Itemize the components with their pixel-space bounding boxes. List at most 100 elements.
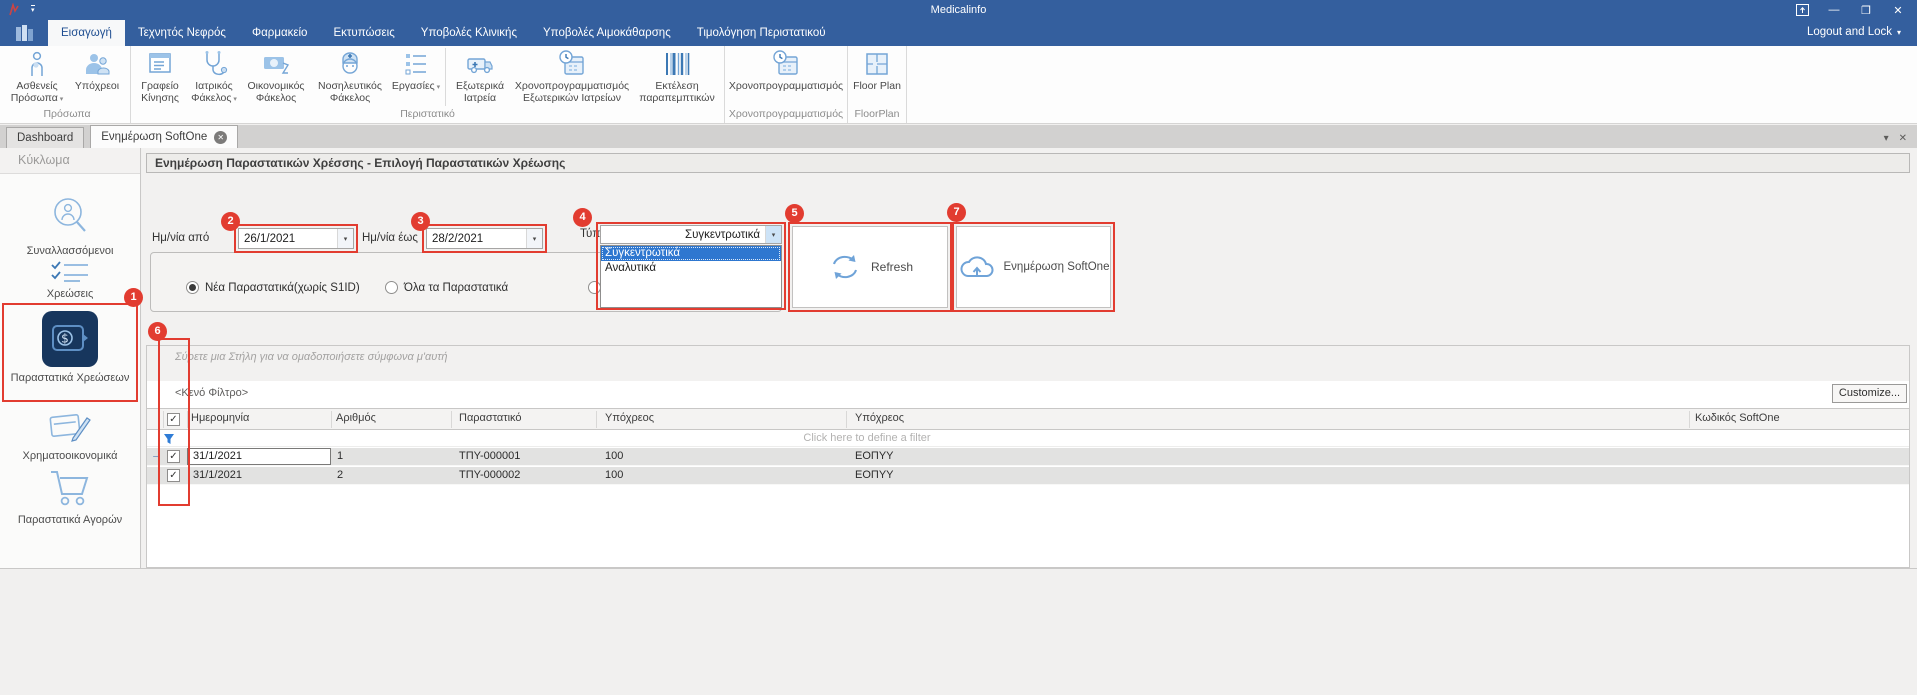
- customize-button[interactable]: Customize...: [1832, 384, 1907, 403]
- svg-text:$: $: [61, 332, 69, 346]
- date-from-label: Ημ/νία από: [152, 232, 210, 244]
- column-header-ypoxreos-2[interactable]: Υπόχρεος: [855, 412, 904, 424]
- tab-enimerosi-softone[interactable]: Ενημέρωση SoftOne ✕: [90, 125, 239, 148]
- row-1-cell-number[interactable]: 1: [337, 450, 343, 462]
- ribbon-tab-ypovoles-aimokatharsis[interactable]: Υποβολές Αιμοκάθαρσης: [530, 20, 684, 46]
- group-panel-hint: Σύρετε μια Στήλη για να ομαδοποιήσετε σύ…: [175, 351, 448, 363]
- motion-office-button[interactable]: Γραφείο Κίνησης: [135, 47, 185, 104]
- type-dropdown-icon[interactable]: ▾: [765, 226, 781, 243]
- filter-display[interactable]: <Κενό Φίλτρο>: [175, 387, 248, 399]
- document-tab-bar: Dashboard Ενημέρωση SoftOne ✕ ▾ ✕: [0, 125, 1917, 148]
- shopping-cart-icon: [51, 471, 89, 506]
- tab-dashboard[interactable]: Dashboard: [6, 127, 85, 148]
- tab-close-icon[interactable]: ✕: [214, 130, 228, 144]
- ribbon-group-label-scheduling: Χρονοπρογραμματισμός: [728, 108, 844, 120]
- row-2-checkbox[interactable]: ✓: [167, 469, 180, 482]
- select-all-checkbox[interactable]: ✓: [167, 413, 180, 426]
- ribbon-group-peristatiko: Γραφείο Κίνησης Ιατρικός Φάκελος Οικονομ…: [131, 46, 725, 123]
- grid-filter-row[interactable]: Click here to define a filter: [147, 431, 1909, 447]
- column-header-ypoxreos-1[interactable]: Υπόχρεος: [605, 412, 654, 424]
- cloud-upload-icon: [960, 256, 993, 277]
- ribbon-tab-ypovoles-klinikis[interactable]: Υποβολές Κλινικής: [408, 20, 530, 46]
- ribbon-tab-timologisi-peristatikou[interactable]: Τιμολόγηση Περιστατικού: [684, 20, 839, 46]
- panel-title: Ενημέρωση Παραστατικών Χρέσσης - Επιλογή…: [146, 153, 1910, 173]
- checklist-icon: [405, 54, 426, 75]
- radio-circle-icon: [385, 281, 398, 294]
- row-2-cell-number[interactable]: 2: [337, 469, 343, 481]
- outpatient-clinics-button[interactable]: Εξωτερικά Ιατρεία: [450, 47, 510, 104]
- money-icon: [264, 57, 290, 74]
- scheduling-button[interactable]: Χρονοπρογραμματισμός: [729, 47, 843, 92]
- sidebar-item-xreoseis[interactable]: Χρεώσεις: [0, 260, 140, 300]
- ribbon-group-prosopa: Ασθενείς Πρόσωπα Υπόχρεοι Πρόσωπα: [4, 46, 131, 123]
- referral-execution-button[interactable]: Εκτέλεση παραπεμπτικών: [634, 47, 720, 104]
- sidebar-item-xrimatooikonomika[interactable]: Χρηματοοικονομικά: [0, 406, 140, 462]
- column-header-imerominia[interactable]: Ημερομηνία: [191, 412, 249, 424]
- date-to-combo[interactable]: 28/2/2021 ▾: [426, 228, 543, 249]
- ribbon-display-options-icon[interactable]: [1793, 2, 1811, 18]
- ribbon-group-label-peristatiko: Περιστατικό: [400, 108, 455, 120]
- type-dropdown-list: Συγκεντρωτικά Αναλυτικά: [600, 245, 782, 308]
- nursing-file-button[interactable]: Νοσηλευτικός Φάκελος: [311, 47, 389, 104]
- medical-file-button[interactable]: Ιατρικός Φάκελος: [187, 47, 241, 106]
- outpatient-scheduling-button[interactable]: Χρονοπρογραμματισμός Εξωτερικών Ιατρείων: [512, 47, 632, 104]
- card-pen-icon: [49, 413, 91, 442]
- update-softone-button[interactable]: Ενημέρωση SoftOne: [956, 226, 1111, 308]
- table-row-1[interactable]: → ✓ 31/1/2021 1 ΤΠΥ-000001 100 ΕΟΠΥΥ: [147, 448, 1909, 466]
- refresh-button[interactable]: Refresh: [792, 226, 948, 308]
- ribbon-group-label-prosopa: Πρόσωπα: [43, 108, 91, 120]
- ribbon-tab-farmakeio[interactable]: Φαρμακείο: [239, 20, 320, 46]
- row-2-cell-document[interactable]: ΤΠΥ-000002: [459, 469, 520, 481]
- row-1-cell-date[interactable]: 31/1/2021: [187, 448, 331, 465]
- date-from-combo[interactable]: 26/1/2021 ▾: [238, 228, 354, 249]
- ribbon-group-label-floorplan: FloorPlan: [854, 108, 900, 120]
- minimize-button[interactable]: —: [1825, 2, 1843, 18]
- people-icon: [86, 54, 110, 75]
- row-1-checkbox[interactable]: ✓: [167, 450, 180, 463]
- sidebar-title: Κύκλωμα: [0, 148, 140, 174]
- table-row-2[interactable]: ✓ 31/1/2021 2 ΤΠΥ-000002 100 ΕΟΠΥΥ: [147, 467, 1909, 485]
- close-button[interactable]: ✕: [1889, 2, 1907, 18]
- column-header-parastatiko[interactable]: Παραστατικό: [459, 412, 522, 424]
- type-combo[interactable]: Συγκεντρωτικά ▾: [600, 225, 782, 244]
- maximize-restore-button[interactable]: ❐: [1857, 2, 1875, 18]
- financial-file-button[interactable]: Οικονομικός Φάκελος: [243, 47, 309, 104]
- ribbon-tab-eisagogi[interactable]: Εισαγωγή: [48, 20, 125, 46]
- ribbon-group-floorplan: Floor Plan FloorPlan: [848, 46, 907, 123]
- column-header-arithmos[interactable]: Αριθμός: [336, 412, 376, 424]
- date-to-label: Ημ/νία έως: [362, 232, 418, 244]
- floor-plan-button[interactable]: Floor Plan: [852, 47, 902, 92]
- date-to-dropdown-icon[interactable]: ▾: [526, 229, 542, 248]
- radio-all-documents[interactable]: Όλα τα Παραστατικά: [385, 281, 508, 294]
- sidebar-item-synallassomenoi[interactable]: Συναλλασσόμενοι: [0, 193, 140, 257]
- radio-circle-icon: [186, 281, 199, 294]
- tab-scroll-caret-icon[interactable]: ▾: [1884, 133, 1889, 144]
- ribbon-group-scheduling: Χρονοπρογραμματισμός Χρονοπρογραμματισμό…: [725, 46, 848, 123]
- window-list-icon: [149, 53, 171, 73]
- row-1-cell-obligor-code[interactable]: 100: [605, 450, 623, 462]
- grid-header-row: ✓ Ημερομηνία Αριθμός Παραστατικό Υπόχρεο…: [147, 408, 1909, 430]
- column-header-kodikos-softone[interactable]: Κωδικός SoftOne: [1695, 412, 1780, 424]
- row-2-cell-date[interactable]: 31/1/2021: [193, 469, 242, 481]
- type-option-sygkentrotika[interactable]: Συγκεντρωτικά: [601, 246, 781, 261]
- sidebar-item-parastatika-xreoseon[interactable]: $ Παραστατικά Χρεώσεων: [0, 310, 140, 384]
- obligors-button[interactable]: Υπόχρεοι: [68, 47, 126, 92]
- ribbon-tab-texnitos-nefros[interactable]: Τεχνητός Νεφρός: [125, 20, 239, 46]
- filter-row-hint: Click here to define a filter: [803, 432, 931, 444]
- tab-list-close-icon[interactable]: ✕: [1899, 133, 1907, 144]
- date-from-dropdown-icon[interactable]: ▾: [337, 229, 353, 248]
- bottom-empty-area: [0, 568, 1917, 695]
- row-2-cell-obligor-code[interactable]: 100: [605, 469, 623, 481]
- grid-group-panel[interactable]: Σύρετε μια Στήλη για να ομαδοποιήσετε σύ…: [147, 346, 1909, 381]
- row-1-cell-document[interactable]: ΤΠΥ-000001: [459, 450, 520, 462]
- ribbon-tab-ektyposeis[interactable]: Εκτυπώσεις: [320, 20, 407, 46]
- logout-and-lock-button[interactable]: Logout and Lock ▾: [1807, 19, 1917, 46]
- sidebar-item-parastatika-agoron[interactable]: Παραστατικά Αγορών: [0, 466, 140, 526]
- row-2-cell-obligor-name[interactable]: ΕΟΠΥΥ: [855, 469, 894, 481]
- type-option-analytika[interactable]: Αναλυτικά: [601, 261, 781, 276]
- radio-new-documents[interactable]: Νέα Παραστατικά(χωρίς S1ID): [186, 281, 360, 294]
- tasks-button[interactable]: Εργασίες: [391, 47, 441, 94]
- application-menu-icon[interactable]: [10, 22, 40, 44]
- patients-persons-button[interactable]: Ασθενείς Πρόσωπα: [8, 47, 66, 106]
- row-1-cell-obligor-name[interactable]: ΕΟΠΥΥ: [855, 450, 894, 462]
